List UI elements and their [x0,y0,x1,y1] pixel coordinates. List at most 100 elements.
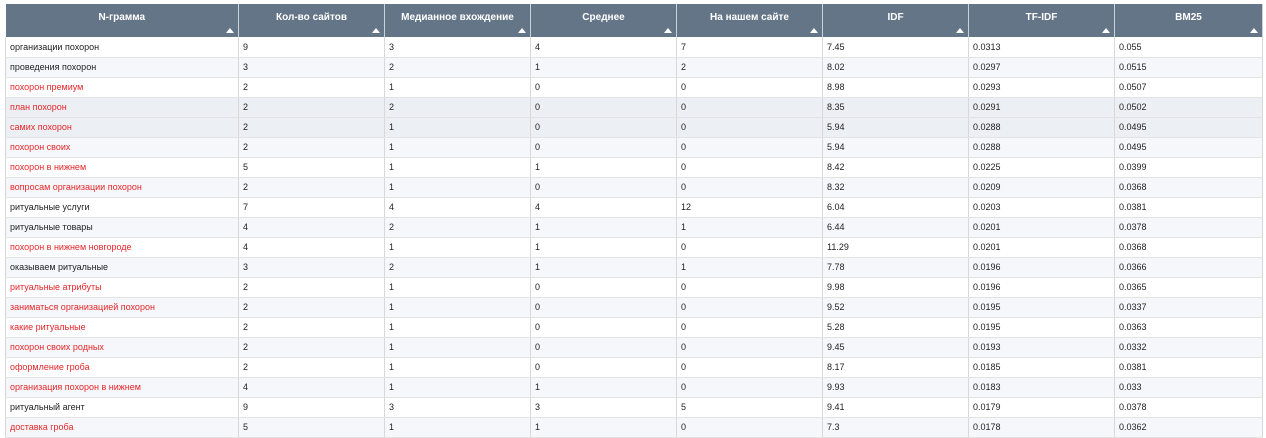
column-header-sites-count[interactable]: Кол-во сайтов [238,4,385,37]
table-cell: 0 [676,377,823,398]
table-row[interactable]: организации похорон 9 3 4 7 7.45 0.0313 0.055 [5,37,1263,58]
table-cell: 0 [676,317,823,338]
table-cell: 2 [238,317,385,338]
table-cell: 0.0178 [968,417,1115,438]
table-cell: 0.0288 [968,137,1115,158]
table-cell: 0.0378 [1114,397,1263,418]
table-cell: 2 [384,257,531,278]
table-cell: 7.78 [822,257,969,278]
ngram-cell: какие ритуальные [5,317,239,338]
ngram-cell: организация похорон в нижнем [5,377,239,398]
table-cell: 1 [384,357,531,378]
table-cell: 0 [676,177,823,198]
table-cell: 0.0366 [1114,257,1263,278]
table-cell: 4 [530,197,677,218]
ngram-cell: ритуальные услуги [5,197,239,218]
table-cell: 5 [238,417,385,438]
table-cell: 1 [384,77,531,98]
table-row[interactable]: какие ритуальные 2 1 0 0 5.28 0.0195 0.0363 [5,317,1263,338]
sort-arrow-icon[interactable] [810,28,818,33]
table-cell: 0.0195 [968,297,1115,318]
table-row[interactable]: похорон своих 2 1 0 0 5.94 0.0288 0.0495 [5,137,1263,158]
column-header-our-site[interactable]: На нашем сайте [676,4,823,37]
ngram-cell: ритуальные атрибуты [5,277,239,298]
table-cell: 1 [384,177,531,198]
column-header-ngram[interactable]: N-грамма [5,4,239,37]
table-row[interactable]: оказываем ритуальные 3 2 1 1 7.78 0.0196 0.0366 [5,257,1263,278]
table-cell: 2 [238,117,385,138]
table-row[interactable]: ритуальный агент 9 3 3 5 9.41 0.0179 0.0378 [5,397,1263,418]
ngram-cell: оказываем ритуальные [5,257,239,278]
table-cell: 0.0515 [1114,57,1263,78]
table-cell: 8.02 [822,57,969,78]
table-row[interactable]: проведения похорон 3 2 1 2 8.02 0.0297 0.0515 [5,57,1263,78]
table-cell: 0.0185 [968,357,1115,378]
table-cell: 0.0363 [1114,317,1263,338]
sort-arrow-icon[interactable] [956,28,964,33]
table-cell: 9.52 [822,297,969,318]
table-cell: 0.0293 [968,77,1115,98]
column-header-tf-idf[interactable]: TF-IDF [968,4,1115,37]
table-cell: 8.32 [822,177,969,198]
table-row[interactable]: организация похорон в нижнем 4 1 1 0 9.93 0.01… [5,377,1263,398]
table-cell: 0.0362 [1114,417,1263,438]
sort-arrow-icon[interactable] [1102,28,1110,33]
table-cell: 0 [676,97,823,118]
column-header-average[interactable]: Среднее [530,4,677,37]
table-cell: 5.94 [822,117,969,138]
ngram-cell: ритуальные товары [5,217,239,238]
table-cell: 0.0368 [1114,237,1263,258]
table-row[interactable]: похорон своих родных 2 1 0 0 9.45 0.0193 0.0332 [5,337,1263,358]
column-header-idf[interactable]: IDF [822,4,969,37]
table-cell: 0.0365 [1114,277,1263,298]
table-cell: 0 [530,337,677,358]
ngram-cell: организации похорон [5,37,239,58]
table-cell: 1 [530,157,677,178]
table-row[interactable]: заниматься организацией похорон 2 1 0 0 9.52 0… [5,297,1263,318]
table-cell: 0 [676,357,823,378]
table-row[interactable]: похорон в нижнем 5 1 1 0 8.42 0.0225 0.0399 [5,157,1263,178]
table-row[interactable]: вопросам организации похорон 2 1 0 0 8.32 0.02… [5,177,1263,198]
sort-arrow-icon[interactable] [664,28,672,33]
table-row[interactable]: оформление гроба 2 1 0 0 8.17 0.0185 0.0381 [5,357,1263,378]
table-cell: 6.04 [822,197,969,218]
table-row[interactable]: самих похорон 2 1 0 0 5.94 0.0288 0.0495 [5,117,1263,138]
table-row[interactable]: ритуальные атрибуты 2 1 0 0 9.98 0.0196 0.0365 [5,277,1263,298]
table-row[interactable]: ритуальные товары 4 2 1 1 6.44 0.0201 0.0378 [5,217,1263,238]
sort-arrow-icon[interactable] [372,28,380,33]
table-cell: 1 [530,377,677,398]
table-cell: 0.0291 [968,97,1115,118]
table-cell: 1 [676,217,823,238]
table-cell: 0 [676,117,823,138]
table-cell: 0.0209 [968,177,1115,198]
table-cell: 0.0337 [1114,297,1263,318]
table-cell: 0.055 [1114,37,1263,58]
column-header-median[interactable]: Медианное вхождение [384,4,531,37]
table-cell: 0 [676,297,823,318]
table-row[interactable]: план похорон 2 2 0 0 8.35 0.0291 0.0502 [5,97,1263,118]
ngram-cell: похорон в нижнем [5,157,239,178]
table-cell: 1 [530,257,677,278]
sort-arrow-icon[interactable] [518,28,526,33]
table-cell: 2 [384,217,531,238]
table-cell: 1 [530,217,677,238]
table-cell: 2 [238,177,385,198]
table-cell: 1 [530,417,677,438]
table-row[interactable]: похорон в нижнем новгороде 4 1 1 0 11.29 0.020… [5,237,1263,258]
table-cell: 3 [238,57,385,78]
column-header-bm25[interactable]: BM25 [1114,4,1263,37]
table-cell: 0.0201 [968,217,1115,238]
table-cell: 0.0368 [1114,177,1263,198]
table-row[interactable]: похорон премиум 2 1 0 0 8.98 0.0293 0.0507 [5,77,1263,98]
ngram-cell: план похорон [5,97,239,118]
sort-arrow-icon[interactable] [1250,28,1258,33]
table-cell: 0.0495 [1114,117,1263,138]
sort-arrow-icon[interactable] [226,28,234,33]
ngram-cell: ритуальный агент [5,397,239,418]
table-cell: 0.0381 [1114,197,1263,218]
ngram-cell: вопросам организации похорон [5,177,239,198]
table-row[interactable]: ритуальные услуги 7 4 4 12 6.04 0.0203 0.0381 [5,197,1263,218]
ngram-cell: похорон в нижнем новгороде [5,237,239,258]
table-cell: 0 [676,277,823,298]
table-row[interactable]: доставка гроба 5 1 1 0 7.3 0.0178 0.0362 [5,417,1263,438]
